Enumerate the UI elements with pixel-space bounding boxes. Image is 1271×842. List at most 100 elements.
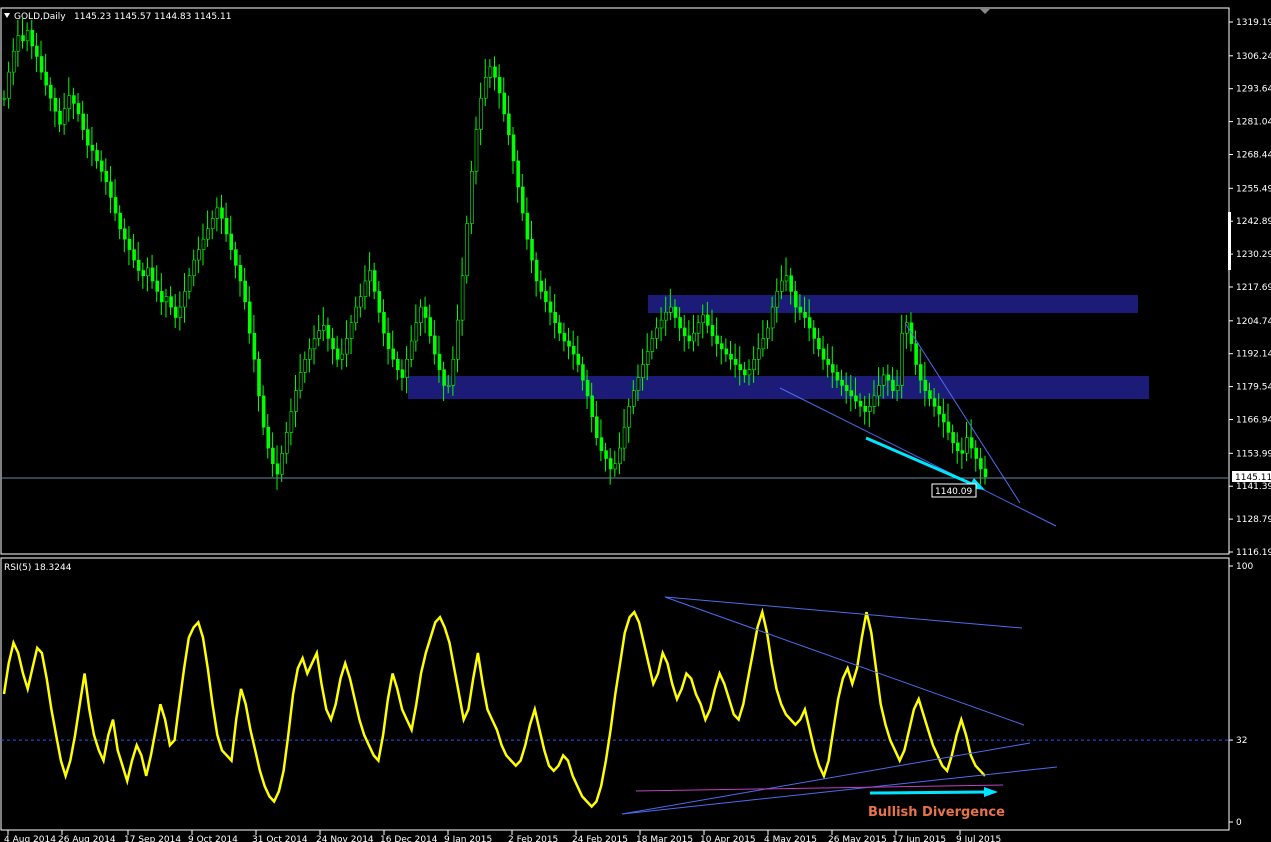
candle-body — [604, 450, 608, 459]
time-tick-label: 24 Feb 2015 — [572, 835, 628, 842]
candle-body — [354, 306, 358, 324]
candle-body — [132, 249, 136, 261]
candle-body — [345, 338, 349, 355]
candle-body — [113, 197, 118, 214]
divergence-annotation: Bullish Divergence — [868, 805, 1005, 820]
scroll-indicator[interactable] — [1228, 212, 1231, 270]
candle-body — [534, 259, 539, 282]
candle-body — [187, 275, 192, 292]
candle-body — [44, 71, 48, 86]
candle-body — [67, 95, 72, 109]
ohlc-label: 1145.23 1145.57 1144.83 1145.11 — [74, 12, 231, 22]
candle-body — [622, 426, 627, 449]
candle-body — [298, 372, 303, 391]
candle-body — [826, 358, 830, 365]
candle-body — [673, 306, 678, 318]
candle-body — [405, 358, 409, 378]
candle-body — [192, 259, 197, 277]
candle-body — [868, 405, 872, 412]
candle-body — [275, 463, 280, 475]
candle-body — [317, 330, 321, 339]
candle-body — [571, 345, 576, 355]
chart-canvas: GOLD,Daily 1145.23 1145.57 1144.83 1145.… — [0, 7, 1271, 842]
candle-body — [756, 348, 761, 360]
time-tick-label: 31 Oct 2014 — [252, 835, 308, 842]
candle-body — [363, 280, 368, 297]
candle-body — [201, 238, 206, 250]
time-tick-label: 17 Sep 2014 — [124, 835, 181, 842]
candle-body — [733, 358, 738, 365]
candle-body — [229, 233, 234, 250]
candle-body — [497, 77, 502, 94]
candle-body — [932, 398, 937, 407]
candle-body — [645, 351, 650, 365]
rsi-title: RSI(5) 18.3244 — [4, 563, 72, 573]
candle-body — [396, 358, 400, 371]
candle-body — [210, 218, 215, 230]
candle-body — [682, 327, 687, 337]
candle-body — [85, 129, 90, 146]
candle-body — [766, 327, 770, 339]
candle-body — [433, 335, 437, 355]
candle-body — [451, 358, 456, 386]
candle-body — [460, 275, 465, 321]
candle-body — [11, 50, 16, 73]
time-tick-label: 10 Apr 2015 — [700, 835, 756, 842]
candle-body — [303, 358, 308, 373]
candle-body — [118, 212, 122, 230]
candle-body — [294, 390, 298, 412]
candle-body — [76, 103, 81, 115]
price-tick-label: 1128.79 — [1236, 515, 1271, 525]
candle-body — [62, 108, 67, 125]
candle-body — [220, 207, 224, 219]
candle-body — [206, 228, 210, 240]
price-tick-label: 1166.94 — [1236, 416, 1271, 426]
candle-body — [650, 338, 655, 352]
candle-body — [618, 447, 622, 465]
time-axis: 4 Aug 2014 26 Aug 2014 17 Sep 2014 9 Oct 20… — [4, 830, 1001, 842]
candle-body — [141, 270, 146, 277]
main-title[interactable]: GOLD,Daily 1145.23 1145.57 1144.83 1145.… — [4, 12, 231, 22]
candle-body — [923, 379, 928, 391]
candle-body — [659, 319, 664, 329]
candle-body — [872, 395, 877, 407]
candle-body — [280, 452, 284, 475]
candle-body — [423, 306, 428, 318]
time-tick-label: 24 Nov 2014 — [316, 835, 374, 842]
candle-body — [951, 432, 955, 444]
candle-body — [257, 358, 261, 397]
price-tick-label: 1179.54 — [1236, 383, 1271, 393]
candle-body — [775, 291, 780, 308]
candle-body — [539, 280, 544, 292]
candle-body — [488, 66, 493, 78]
candle-body — [664, 311, 669, 321]
candle-body — [238, 265, 243, 282]
candle-body — [877, 385, 881, 397]
candle-body — [359, 296, 363, 308]
candle-body — [761, 338, 766, 350]
candle-body — [7, 71, 11, 99]
candle-body — [234, 249, 238, 266]
candle-body — [308, 348, 312, 360]
candle-body — [349, 322, 354, 339]
candle-body — [340, 353, 345, 360]
price-tick-label: 1230.29 — [1236, 250, 1271, 260]
candle-body — [562, 332, 567, 342]
candle-body — [72, 95, 76, 104]
support-zone — [408, 376, 1149, 399]
candle-body — [595, 416, 599, 438]
candle-body — [608, 458, 613, 470]
candle-body — [895, 385, 900, 391]
candle-body — [261, 395, 266, 428]
candle-body — [502, 92, 507, 115]
price-tick-label: 1306.24 — [1236, 52, 1271, 62]
candle-body — [784, 275, 789, 282]
candle-body — [719, 343, 724, 350]
candle-body — [655, 327, 659, 339]
candle-body — [58, 110, 62, 125]
price-tick-label: 1192.14 — [1236, 350, 1271, 360]
candle-body — [446, 385, 451, 387]
time-tick-label: 4 Aug 2014 — [4, 835, 56, 842]
candle-body — [289, 411, 294, 433]
candle-body — [632, 390, 636, 407]
